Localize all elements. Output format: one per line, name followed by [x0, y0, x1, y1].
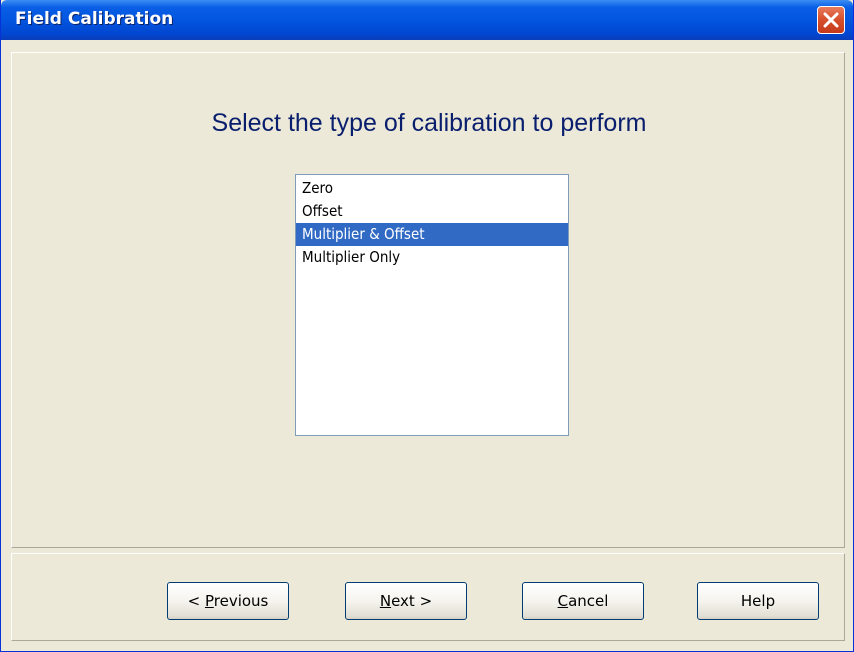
previous-button[interactable]: < Previous: [167, 582, 289, 620]
title-bar[interactable]: Field Calibration: [1, 0, 853, 40]
cancel-label-rest: ancel: [568, 592, 609, 610]
close-button[interactable]: [817, 6, 845, 34]
window-title: Field Calibration: [15, 9, 174, 29]
previous-prefix: <: [187, 592, 205, 610]
cancel-mnemonic: C: [557, 592, 569, 610]
list-item-offset[interactable]: Offset: [296, 200, 568, 223]
next-mnemonic: N: [379, 592, 392, 610]
help-button[interactable]: Help: [697, 582, 819, 620]
page-heading: Select the type of calibration to perfor…: [211, 109, 647, 137]
next-button[interactable]: Next >: [345, 582, 467, 620]
field-calibration-dialog: Field Calibration Select the type of cal…: [0, 0, 854, 652]
list-item-zero[interactable]: Zero: [296, 177, 568, 200]
previous-label-rest: revious: [213, 592, 269, 610]
cancel-button[interactable]: Cancel: [522, 582, 644, 620]
content-panel: Select the type of calibration to perfor…: [11, 52, 845, 548]
button-bar: < Previous Next > Cancel Help: [11, 553, 845, 641]
previous-mnemonic: P: [204, 592, 214, 610]
next-label-rest: ext >: [391, 592, 433, 610]
list-item-multiplier-and-offset[interactable]: Multiplier & Offset: [296, 223, 568, 246]
calibration-type-listbox[interactable]: Zero Offset Multiplier & Offset Multipli…: [295, 174, 569, 436]
close-icon: [823, 12, 839, 28]
list-item-multiplier-only[interactable]: Multiplier Only: [296, 246, 568, 269]
